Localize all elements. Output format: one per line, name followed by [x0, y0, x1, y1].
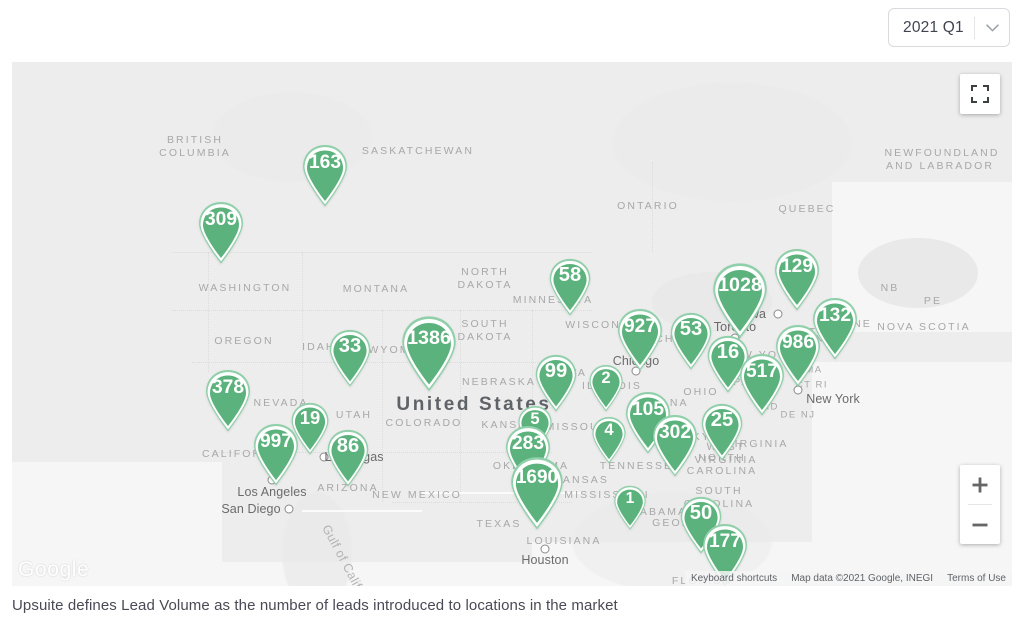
city-label: San Diego: [221, 502, 281, 516]
terms-of-use-link[interactable]: Terms of Use: [947, 573, 1006, 584]
border-line: [382, 310, 383, 502]
quarter-select-value: 2021 Q1: [903, 18, 964, 36]
map-marker[interactable]: 378: [204, 369, 252, 432]
city-label: Houston: [521, 553, 569, 567]
map-marker[interactable]: 309: [197, 201, 245, 264]
map-pin-icon: [329, 329, 371, 387]
map-marker[interactable]: 33: [328, 329, 372, 387]
map-region-label: SOUTH: [461, 318, 509, 330]
map-pin-icon: [327, 429, 369, 487]
map-canvas[interactable]: BRITISH COLUMBIA SASKATCHEWAN ONTARIO QUEBEC…: [12, 62, 1012, 586]
map-marker[interactable]: 58: [548, 258, 592, 316]
map-marker[interactable]: 1690: [509, 456, 565, 530]
zoom-controls[interactable]: [960, 465, 1000, 544]
map-pin-icon: [618, 308, 662, 371]
map-marker[interactable]: 1386: [400, 315, 458, 392]
lead-volume-map-page: 2021 Q1 BRITISH COLUMBIA SASKATCHEWAN ON…: [0, 0, 1024, 625]
map-marker[interactable]: 302: [651, 414, 699, 477]
map-region-label: COLORADO: [385, 417, 463, 429]
map-marker[interactable]: 99: [534, 354, 578, 412]
map-marker[interactable]: 163: [301, 144, 349, 207]
fullscreen-button[interactable]: [960, 74, 1000, 114]
map-pin-icon: [549, 258, 591, 316]
map-region-label: LOUISIANA: [526, 535, 602, 547]
map-marker[interactable]: 4: [591, 416, 627, 464]
map-pin-icon: [701, 403, 743, 461]
map-region-label: DAKOTA: [457, 279, 513, 291]
map-region-label: BRITISH: [166, 134, 224, 146]
map-data-attribution: Map data ©2021 Google, INEGI: [791, 573, 934, 584]
map-region-label: NB: [880, 282, 900, 294]
map-marker[interactable]: 1: [613, 485, 647, 530]
map-pin-icon: [614, 485, 646, 530]
map-region-label: AND LABRADOR: [885, 160, 995, 172]
map-pin-icon: [535, 354, 577, 412]
terrain-shape: [612, 82, 852, 202]
map-pin-icon: [592, 416, 626, 464]
chevron-down-icon[interactable]: [975, 23, 1009, 32]
map-region-label: UTAH: [335, 409, 373, 421]
map-region-label: WASHINGTON: [198, 282, 292, 294]
caption-text: Upsuite defines Lead Volume as the numbe…: [12, 597, 618, 614]
map-region-label: DAKOTA: [457, 331, 513, 343]
map-pin-icon: [740, 353, 784, 416]
map-region-label: NOVA SCOTIA: [877, 321, 971, 333]
map-pin-icon: [254, 423, 298, 486]
map-marker[interactable]: 927: [616, 308, 664, 371]
map-pin-icon: [653, 414, 697, 477]
map-region-label: NEBRASKA: [462, 376, 536, 388]
map-region-label: NORTH: [461, 266, 509, 278]
zoom-out-button[interactable]: [960, 505, 1000, 544]
map-region-label: PE: [923, 295, 943, 307]
map-pin-icon: [199, 201, 243, 264]
map-pin-icon: [402, 316, 456, 392]
map-region-label: MONTANA: [342, 283, 410, 295]
map-marker[interactable]: 2: [588, 364, 624, 412]
terrain-shape: [858, 238, 978, 308]
map-pin-icon: [511, 457, 563, 530]
minus-icon: [972, 523, 988, 526]
border-line: [208, 252, 209, 372]
map-region-label: ONTARIO: [617, 200, 679, 212]
map-region-label: OREGON: [214, 335, 274, 347]
road-line: [302, 510, 422, 512]
google-logo: Google: [18, 558, 90, 581]
map-pin-icon: [206, 369, 250, 432]
map-region-label: SASKATCHEWAN: [361, 145, 475, 157]
quarter-select[interactable]: 2021 Q1: [888, 8, 1010, 47]
keyboard-shortcuts-link[interactable]: Keyboard shortcuts: [691, 573, 777, 584]
header: 2021 Q1: [0, 0, 1024, 62]
zoom-in-button[interactable]: [960, 465, 1000, 504]
map-attribution-bar: Keyboard shortcuts Map data ©2021 Google…: [685, 571, 1012, 586]
map-region-label: NEWFOUNDLAND: [884, 147, 1000, 159]
map-pin-icon: [303, 144, 347, 207]
map-region-label: COLUMBIA: [159, 147, 231, 159]
map-marker[interactable]: 997: [252, 423, 300, 486]
city-label: Los Angeles: [237, 485, 307, 499]
map-marker[interactable]: 86: [326, 429, 370, 487]
city-dot: [284, 504, 294, 514]
city-label: New York: [806, 392, 860, 406]
fullscreen-icon: [971, 85, 989, 103]
map-region-label: QUEBEC: [778, 203, 836, 215]
border-line: [192, 362, 552, 363]
map-region-label: NEW MEXICO: [372, 489, 462, 501]
map-marker[interactable]: 1028: [711, 262, 769, 339]
map-marker[interactable]: 25: [700, 403, 744, 461]
map-pin-icon: [713, 263, 767, 339]
map-marker[interactable]: 517: [738, 353, 786, 416]
plus-icon: [972, 477, 988, 492]
map-pin-icon: [589, 364, 623, 412]
